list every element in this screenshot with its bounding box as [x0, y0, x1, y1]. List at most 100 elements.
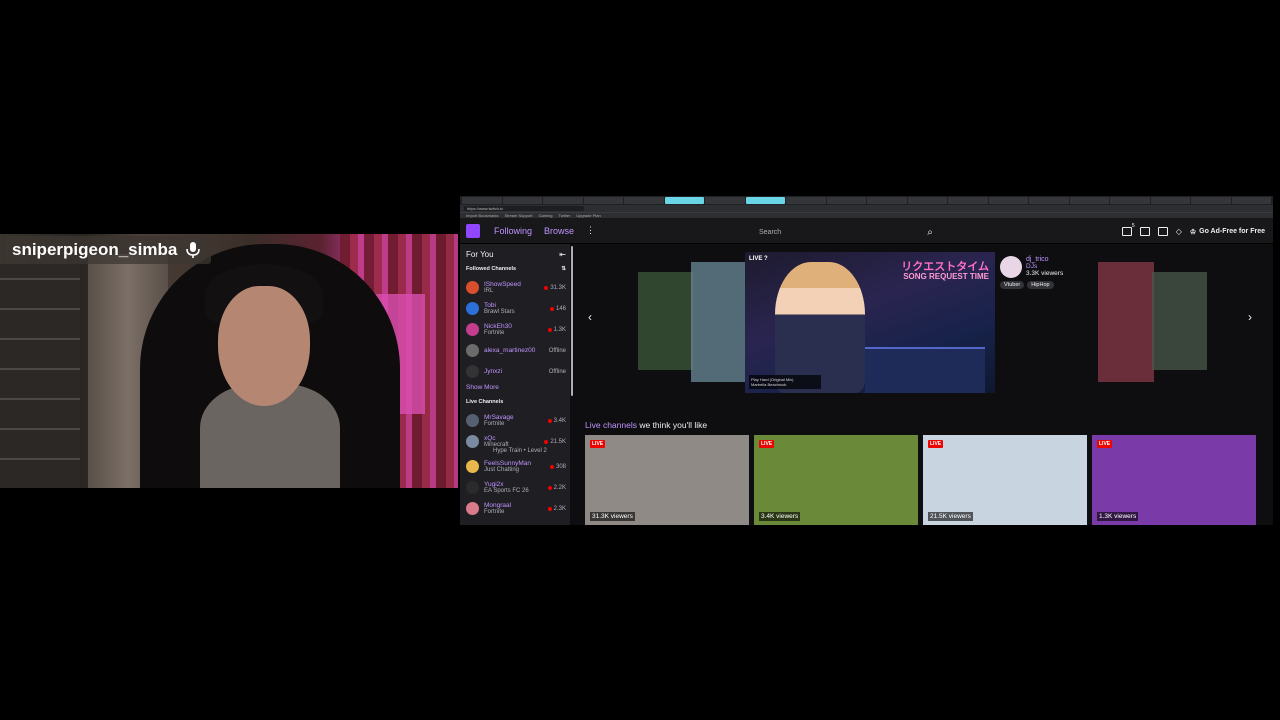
streamer-nameplate: sniperpigeon_simba — [6, 236, 212, 264]
now-playing-box: Play Hard (Original Mix) Marbella Beachr… — [749, 375, 821, 389]
browser-tab[interactable] — [1029, 197, 1069, 204]
browser-tab[interactable] — [1191, 197, 1231, 204]
live-dot-icon — [547, 327, 552, 332]
featured-viewers: 3.3K viewers — [1026, 270, 1064, 277]
carousel-preview-left-far[interactable] — [638, 272, 693, 370]
tag-pill[interactable]: Vtuber — [1000, 281, 1025, 289]
channel-name: Jynxzi — [484, 368, 503, 375]
live-channel-card[interactable]: LIVE 21.5K viewers — [923, 435, 1087, 525]
sidebar-channel-row[interactable]: Jynxzi Offline — [466, 361, 566, 382]
featured-stream-player[interactable]: LIVE ? リクエストタイム SONG REQUEST TIME Play H… — [745, 252, 995, 393]
sidebar-channel-row[interactable]: alexa_martinez00 Offline — [466, 340, 566, 361]
whispers-icon[interactable] — [1157, 227, 1168, 236]
featured-live-label: LIVE ? — [749, 256, 768, 262]
browser-tab[interactable] — [462, 197, 502, 204]
browser-tab[interactable] — [988, 197, 1028, 204]
channel-category: Fortnite — [484, 508, 505, 515]
browser-tab[interactable] — [624, 197, 664, 204]
browser-tab[interactable] — [583, 197, 623, 204]
sidebar-channel-row[interactable]: NickEh30 Fortnite 1.3K — [466, 319, 566, 340]
channel-category: IRL — [484, 287, 494, 294]
nav-following[interactable]: Following — [494, 226, 532, 236]
browser-tab[interactable] — [1231, 197, 1271, 204]
search-input[interactable]: Search — [755, 225, 937, 239]
live-channel-card[interactable]: LIVE 1.3K viewers — [1092, 435, 1256, 525]
browser-tab-active[interactable] — [745, 197, 785, 204]
more-options-icon[interactable]: ⋮ — [586, 225, 595, 236]
browser-tab-strip[interactable] — [460, 196, 1273, 205]
browser-tab[interactable] — [705, 197, 745, 204]
carousel-preview-right-far[interactable] — [1152, 272, 1207, 370]
address-bar[interactable]: https://www.twitch.tv — [460, 205, 1273, 212]
sidebar: For You ⇤ Followed Channels ⇅ IShowSpeed… — [460, 244, 570, 525]
live-channels-title: Live Channels — [466, 399, 504, 405]
sort-icon[interactable]: ⇅ — [561, 266, 566, 272]
channel-category: Just Chatting — [484, 466, 520, 473]
featured-channel-name[interactable]: dj_trico — [1026, 256, 1063, 263]
collapse-sidebar-icon[interactable]: ⇤ — [559, 250, 566, 259]
bookmark[interactable]: Import Bookmarks — [466, 213, 498, 218]
browser-tab[interactable] — [907, 197, 947, 204]
featured-category[interactable]: DJs — [1026, 263, 1063, 270]
nav-browse[interactable]: Browse — [544, 226, 574, 236]
channel-info: IShowSpeed IRL — [484, 281, 544, 295]
sidebar-channel-row[interactable]: MrSavage Fortnite 3.4K — [466, 410, 566, 431]
channel-avatar[interactable] — [1000, 256, 1022, 278]
live-channel-card[interactable]: LIVE 3.4K viewers — [754, 435, 918, 525]
bookmark[interactable]: Gaming — [538, 213, 552, 218]
bits-icon[interactable]: ◇ — [1176, 227, 1182, 236]
dj-deck — [865, 347, 985, 393]
browser-tab[interactable] — [826, 197, 866, 204]
viewer-count: 308 — [555, 463, 566, 470]
bookmark[interactable]: Upgrade Plan — [576, 213, 600, 218]
channel-avatar — [466, 414, 479, 427]
notifications-icon[interactable]: 5 — [1121, 223, 1135, 236]
go-ad-free-button[interactable]: ♔ Go Ad-Free for Free — [1190, 228, 1265, 236]
viewer-count: 2.3K — [553, 505, 566, 512]
search-icon[interactable]: ⌕ — [923, 226, 937, 239]
channel-info: Jynxzi — [484, 368, 549, 375]
featured-carousel: ‹ LIVE ? リクエストタイム SONG REQUEST TIME Play… — [574, 252, 1273, 396]
twitch-logo-icon[interactable] — [466, 223, 480, 238]
channel-name: Tobi — [484, 301, 496, 309]
browser-tab[interactable] — [1150, 197, 1190, 204]
sidebar-channel-row[interactable]: Mongraal Fortnite 2.3K — [466, 498, 566, 519]
show-more-link[interactable]: Show More — [466, 384, 566, 391]
channel-avatar — [466, 481, 479, 494]
sidebar-channel-row[interactable]: FeelsSunnyMan Just Chatting 308 — [466, 456, 566, 477]
browser-tab-active[interactable] — [664, 197, 704, 204]
viewer-count: 1.3K — [553, 326, 566, 333]
browser-tab[interactable] — [502, 197, 542, 204]
url-field[interactable]: https://www.twitch.tv — [464, 206, 584, 211]
channel-info: NickEh30 Fortnite — [484, 323, 548, 337]
webcam-feed: sniperpigeon_simba — [0, 234, 458, 488]
channel-name: xQc — [484, 434, 496, 442]
channel-name: IShowSpeed — [484, 280, 521, 288]
browser-tab[interactable] — [1110, 197, 1150, 204]
bookmark[interactable]: Stream Support — [504, 213, 532, 218]
bookmark[interactable]: Twitter — [558, 213, 570, 218]
live-channel-card[interactable]: LIVE 31.3K viewers — [585, 435, 749, 525]
sidebar-scrollbar[interactable] — [571, 246, 573, 396]
hype-train-status: Hype Train • Level 2 — [493, 448, 547, 454]
channel-info: Yugi2x EA Sports FC 26 — [484, 481, 548, 495]
carousel-preview-left[interactable] — [691, 262, 747, 382]
sidebar-channel-row[interactable]: Tobi Brawl Stars 146 — [466, 298, 566, 319]
carousel-prev-icon[interactable]: ‹ — [588, 310, 592, 324]
live-channels-link[interactable]: Live channels — [585, 420, 637, 430]
carousel-next-icon[interactable]: › — [1248, 310, 1252, 324]
browser-tab[interactable] — [1069, 197, 1109, 204]
browser-tab[interactable] — [867, 197, 907, 204]
carousel-preview-right[interactable] — [1098, 262, 1154, 382]
nav-right-actions: 5 ◇ ♔ Go Ad-Free for Free — [1121, 223, 1265, 236]
browser-tab[interactable] — [786, 197, 826, 204]
browser-tab[interactable] — [948, 197, 988, 204]
sidebar-channel-row[interactable]: Yugi2x EA Sports FC 26 2.2K — [466, 477, 566, 498]
channel-viewers: 1.3K — [547, 326, 566, 333]
tag-pill[interactable]: HipHop — [1027, 281, 1054, 289]
sidebar-channel-row[interactable]: IShowSpeed IRL 31.3K — [466, 277, 566, 298]
live-dot-icon — [544, 439, 549, 444]
channel-info: MrSavage Fortnite — [484, 414, 548, 428]
browser-tab[interactable] — [543, 197, 583, 204]
inbox-icon[interactable] — [1139, 227, 1150, 236]
